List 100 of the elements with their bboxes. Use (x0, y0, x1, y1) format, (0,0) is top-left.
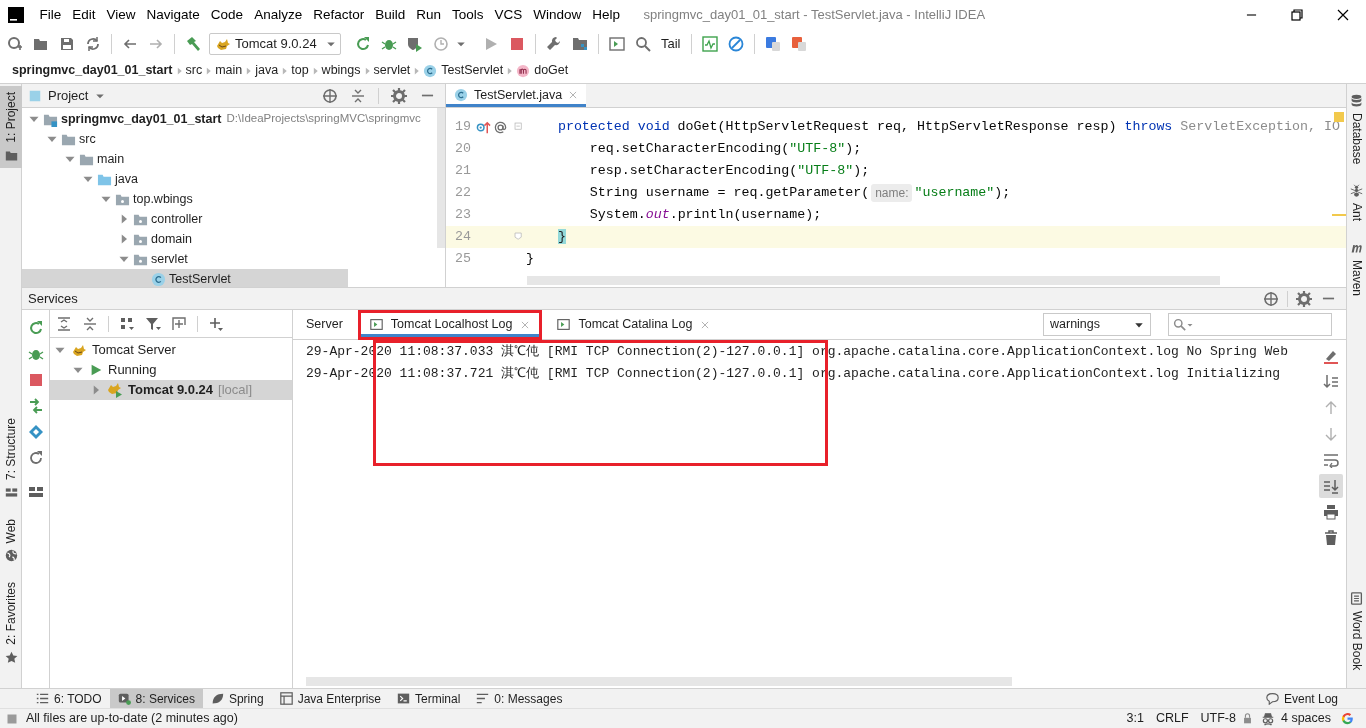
code-text: doGet(HttpServletRequest req, HttpServletResponse resp) (677, 118, 1118, 137)
tool-window-tab[interactable]: 6: TODO (28, 688, 110, 709)
code-text: "username" (914, 184, 995, 203)
warning-marker (1334, 112, 1344, 122)
menu-item[interactable]: Tools (446, 4, 489, 26)
search-field[interactable] (1168, 313, 1332, 336)
tree-item[interactable]: Running (50, 360, 292, 380)
log-tab[interactable]: Server (297, 309, 352, 340)
breadcrumb-item[interactable]: TestServlet (423, 60, 504, 81)
log-tab[interactable]: Tomcat Catalina Log (548, 309, 720, 340)
menu-item[interactable]: Edit (66, 4, 102, 26)
group-icon (119, 315, 135, 332)
menu-item[interactable]: File (34, 4, 67, 26)
tool-window-tab[interactable]: Terminal (389, 688, 469, 709)
console-icon (609, 36, 625, 52)
collapse-icon (350, 87, 366, 104)
tree-item[interactable]: Tomcat 9.0.24 [local] (50, 380, 292, 400)
status-item[interactable]: 4 spaces (1274, 709, 1337, 728)
menu-item[interactable]: Build (369, 4, 411, 26)
line-number: 22 (454, 184, 471, 203)
tree-item[interactable]: domain (22, 229, 192, 249)
tool-window-tab[interactable]: 8: Services (109, 688, 203, 709)
add-icon (7, 36, 23, 52)
menu-item[interactable]: View (101, 4, 142, 26)
breadcrumb-item[interactable]: springmvc_day01_01_start (12, 60, 173, 81)
menu-item[interactable]: Run (410, 4, 447, 26)
tool-window-tab[interactable]: 7: Structure (0, 411, 22, 505)
tool-window-tab[interactable]: 2: Favorites (0, 576, 22, 670)
tool-window-tab[interactable]: Java Enterprise (271, 688, 389, 709)
down-icon (1323, 426, 1339, 442)
menu-item[interactable]: Analyze (248, 4, 308, 26)
speech-bubble-icon (1265, 692, 1279, 705)
menu-item[interactable]: Window (527, 4, 587, 26)
tree-item[interactable]: TestServlet (22, 269, 348, 287)
filter-dropdown[interactable]: warnings (1043, 313, 1151, 336)
breadcrumb-item[interactable]: servlet (373, 60, 411, 81)
tree-item[interactable]: springmvc_day01_01_start D:\IdeaProjects\springMVC\springmvc (22, 109, 421, 129)
project-structure-icon (572, 36, 588, 52)
scroll-to-end-button[interactable] (1319, 474, 1343, 498)
log-tab[interactable]: Tomcat Localhost Log (357, 309, 543, 340)
settings-icon (391, 87, 407, 104)
menu-item[interactable]: Refactor (307, 4, 370, 26)
tail-button[interactable]: Tail (657, 32, 685, 56)
tool-window-tab[interactable]: Word Book (1345, 585, 1366, 676)
code-text: } (556, 228, 566, 247)
path-text: D:\IdeaProjects\springMVC\springmvc (226, 111, 421, 127)
class-icon (454, 88, 468, 102)
tool-window-tab[interactable]: Maven (1345, 235, 1366, 303)
hide-icon (420, 94, 434, 97)
restore-icon (1289, 7, 1305, 23)
tree-item[interactable]: Tomcat Server (50, 340, 292, 360)
stop-icon (27, 372, 44, 388)
menu-item[interactable]: Navigate (141, 4, 206, 26)
breadcrumb-item[interactable]: main (215, 60, 243, 81)
breadcrumb-item[interactable]: src (185, 60, 203, 81)
code-text: } (526, 250, 534, 269)
menu-item[interactable]: Help (586, 4, 626, 26)
status-item[interactable]: 3:1 (1120, 709, 1150, 728)
folder-icon (4, 148, 18, 162)
line-number: 24 (454, 228, 471, 247)
run-icon (483, 36, 499, 52)
run-config-dropdown[interactable]: Tomcat 9.0.24 (209, 33, 341, 55)
open-icon (33, 36, 49, 52)
tree-item[interactable]: src (22, 129, 96, 149)
menu-item[interactable]: VCS (489, 4, 528, 26)
breadcrumb-item[interactable]: top (291, 60, 309, 81)
tool-window-tab[interactable]: Ant (1345, 178, 1366, 228)
settings-icon (546, 36, 562, 52)
code-text: req.setCharacterEncoding( (588, 140, 790, 159)
editor-tab[interactable]: TestServlet.java (446, 84, 587, 107)
g-icon (1341, 712, 1354, 725)
tool-window-tab[interactable]: 0: Messages (468, 688, 571, 709)
tree-item[interactable]: java (22, 169, 138, 189)
tree-item[interactable]: servlet (22, 249, 188, 269)
inspector-icon (1260, 711, 1275, 726)
tree-item[interactable]: main (22, 149, 125, 169)
project-view-dropdown[interactable]: Project (28, 85, 107, 106)
note-text: [local] (218, 381, 252, 400)
breadcrumb-item[interactable]: java (255, 60, 279, 81)
event-log-button[interactable]: Event Log (1257, 688, 1346, 709)
menu-item[interactable]: Code (205, 4, 249, 26)
sync-icon (85, 36, 101, 52)
build-icon (185, 36, 201, 52)
coverage-icon (407, 36, 423, 52)
clear-icon (1323, 348, 1339, 364)
breadcrumb-item[interactable]: doGet (516, 60, 569, 81)
tree-item[interactable]: top.wbings (22, 189, 193, 209)
messages-icon (476, 692, 490, 705)
code-text: System. (588, 206, 646, 225)
book-icon (1350, 591, 1363, 605)
tool-window-tab[interactable]: Spring (202, 688, 272, 709)
tool-window-tab[interactable]: 1: Project (0, 86, 22, 168)
tree-item[interactable]: controller (22, 209, 203, 229)
status-item[interactable]: CRLF (1149, 709, 1195, 728)
status-item[interactable]: UTF-8 (1194, 709, 1242, 728)
breadcrumb-item[interactable]: wbings (321, 60, 361, 81)
tool-window-tab[interactable]: Database (1345, 88, 1366, 171)
tool-window-tab[interactable]: Web (0, 512, 22, 569)
code-text: ); (853, 162, 870, 181)
code-text: String username = req.getParameter( (588, 184, 870, 203)
